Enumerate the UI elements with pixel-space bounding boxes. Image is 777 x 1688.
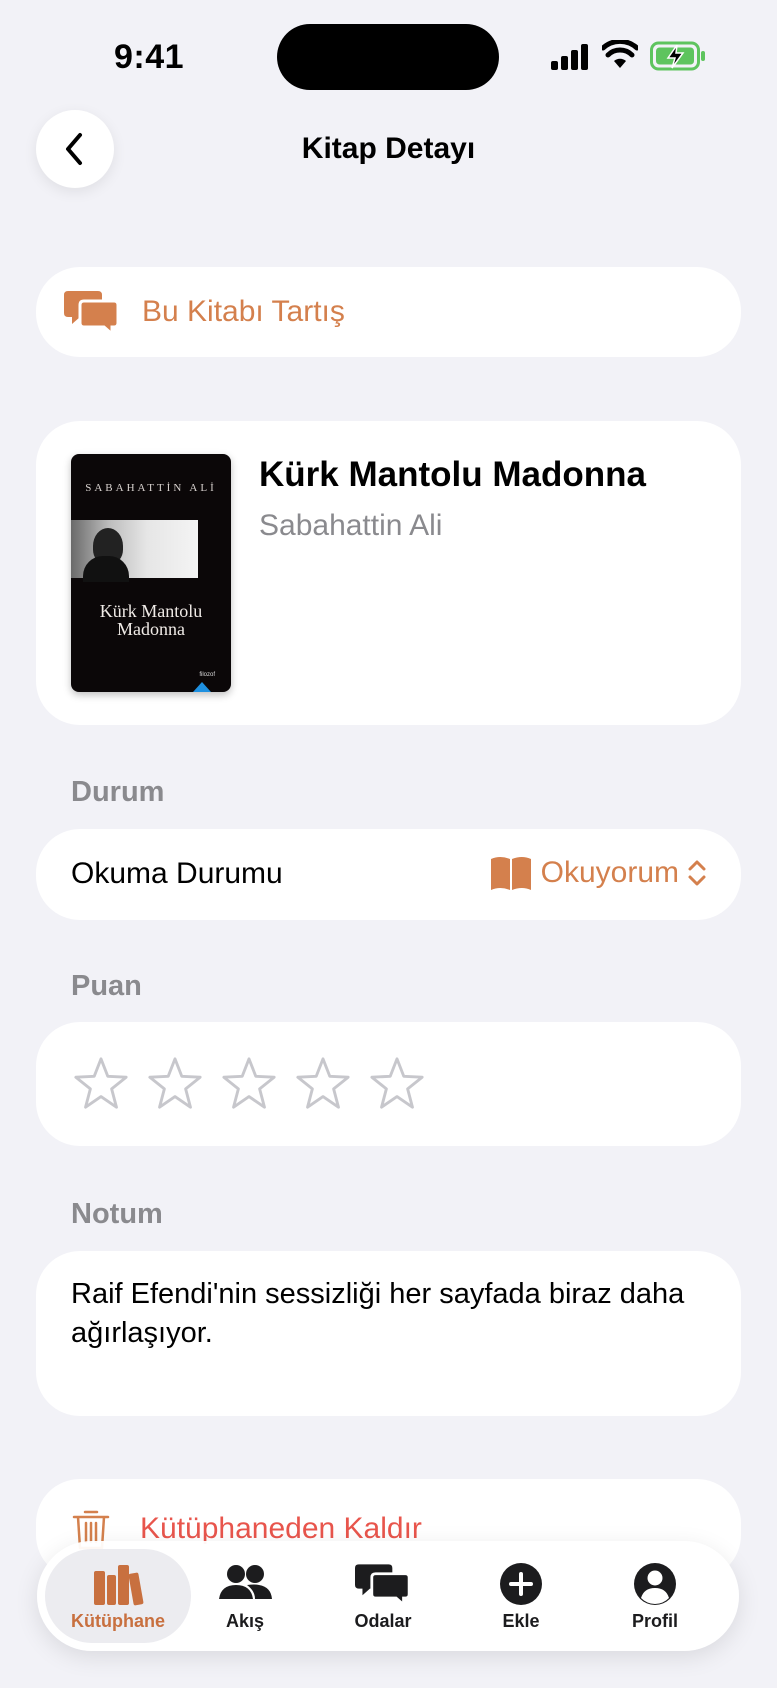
star-2-icon[interactable]: [146, 1055, 204, 1113]
tab-akis[interactable]: Akış: [185, 1549, 305, 1643]
book-info-card: SABAHATTİN ALİ Kürk Mantolu Madonna filo…: [36, 421, 741, 725]
book-title: Kürk Mantolu Madonna: [259, 455, 646, 494]
cover-title: Kürk Mantolu Madonna: [99, 601, 203, 639]
publisher-logo: filozof: [199, 672, 215, 678]
discuss-label: Bu Kitabı Tartış: [142, 295, 345, 328]
reading-status-row[interactable]: Okuma Durumu Okuyorum: [36, 829, 741, 920]
plus-circle-icon: [500, 1562, 542, 1605]
people-icon: [219, 1564, 272, 1599]
reading-status-label: Okuma Durumu: [71, 857, 283, 890]
star-1-icon[interactable]: [72, 1055, 130, 1113]
book-author: Sabahattin Ali: [259, 509, 443, 542]
tab-profil[interactable]: Profil: [595, 1549, 715, 1643]
wifi-icon: [602, 40, 638, 68]
reading-status-value: Okuyorum: [540, 856, 679, 889]
status-bar: 9:41: [0, 0, 777, 110]
tab-akis-label: Akış: [225, 1610, 265, 1631]
tab-profil-label: Profil: [631, 1610, 678, 1631]
star-4-icon[interactable]: [294, 1055, 352, 1113]
reading-status-picker[interactable]: Okuyorum: [489, 855, 707, 891]
tab-odalar[interactable]: Odalar: [317, 1549, 449, 1643]
chevron-up-down-icon: [688, 860, 706, 886]
rating-section-label: Puan: [71, 970, 142, 1002]
note-field[interactable]: Raif Efendi'nin sessizliği her sayfada b…: [36, 1251, 741, 1416]
tab-bar: Kütüphane Akış Odalar Ekle Profil: [37, 1541, 739, 1651]
star-5-icon[interactable]: [368, 1055, 426, 1113]
book-open-icon: [490, 857, 531, 890]
note-section-label: Notum: [71, 1198, 163, 1230]
cover-photo: [71, 520, 198, 582]
tab-kutuphane[interactable]: Kütüphane: [45, 1549, 191, 1643]
note-text: Raif Efendi'nin sessizliği her sayfada b…: [71, 1278, 685, 1349]
cover-author-text: SABAHATTİN ALİ: [85, 482, 217, 494]
rating-card: [36, 1022, 741, 1146]
books-icon: [94, 1564, 144, 1605]
book-cover: SABAHATTİN ALİ Kürk Mantolu Madonna filo…: [71, 454, 231, 692]
discuss-book-button[interactable]: Bu Kitabı Tartış: [36, 267, 741, 357]
page-title: Kitap Detayı: [301, 132, 476, 165]
tab-kutuphane-label: Kütüphane: [71, 1610, 165, 1631]
navigation-bar: Kitap Detayı: [0, 110, 777, 190]
chat-bubbles-icon: [355, 1563, 411, 1607]
person-circle-icon: [634, 1562, 676, 1605]
tab-ekle[interactable]: Ekle: [461, 1549, 581, 1643]
star-3-icon[interactable]: [220, 1055, 278, 1113]
status-section-label: Durum: [71, 776, 165, 808]
tab-ekle-label: Ekle: [502, 1610, 540, 1631]
battery-charging-icon: [650, 41, 705, 71]
cellular-signal-icon: [551, 44, 588, 70]
cover-corner-mark: [193, 682, 211, 692]
status-time: 9:41: [114, 38, 185, 76]
tab-odalar-label: Odalar: [354, 1610, 412, 1631]
dynamic-island: [277, 24, 499, 90]
chat-bubbles-icon: [64, 291, 120, 335]
